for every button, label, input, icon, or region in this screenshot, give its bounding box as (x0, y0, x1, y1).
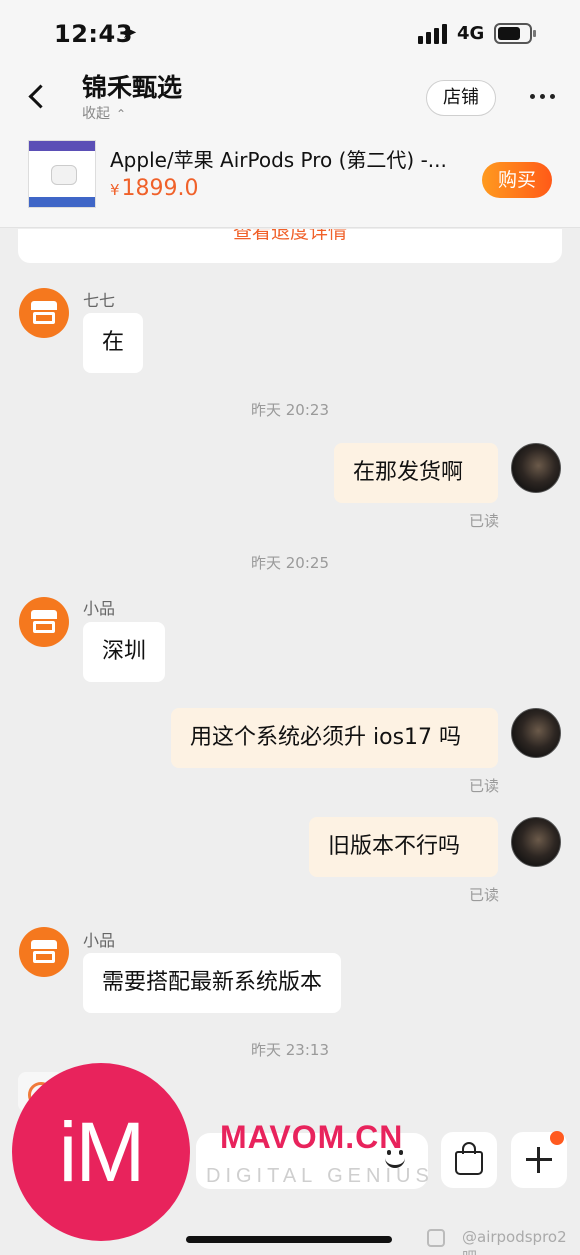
cellular-signal-icon (418, 24, 448, 44)
shop-avatar[interactable] (19, 927, 69, 977)
user-avatar[interactable] (511, 817, 561, 867)
network-type: 4G (457, 23, 485, 44)
timestamp: 昨天 23:13 (251, 1041, 329, 1059)
source-handle: @airpodspro2吧 (462, 1228, 567, 1255)
sender-name: 小品 (83, 931, 116, 950)
product-card[interactable]: Apple/苹果 AirPods Pro (第二代) -... ¥1899.0 … (0, 128, 580, 228)
back-chevron-icon[interactable] (22, 80, 52, 114)
store-button[interactable]: 店铺 (426, 80, 496, 116)
read-receipt: 已读 (469, 777, 500, 795)
sender-name: 小品 (83, 599, 116, 618)
order-card-partial[interactable]: 查看退度详情 (18, 229, 562, 263)
shop-avatar[interactable] (19, 288, 69, 338)
product-price: ¥1899.0 (110, 176, 199, 201)
notification-badge (550, 1131, 564, 1145)
collapse-toggle[interactable]: 收起 ⌃ (82, 103, 126, 123)
shop-title: 锦禾甄选 (82, 73, 183, 102)
view-details-link[interactable]: 查看退度详情 (18, 229, 562, 244)
battery-icon (494, 23, 536, 44)
message-bubble-incoming[interactable]: 深圳 (83, 622, 166, 682)
message-bubble-incoming[interactable]: 在 (83, 313, 144, 373)
user-avatar[interactable] (511, 708, 561, 758)
timestamp: 昨天 20:25 (251, 554, 329, 572)
message-bubble-incoming[interactable]: 需要搭配最新系统版本 (83, 953, 342, 1013)
weibo-icon (427, 1229, 445, 1247)
chevron-up-icon: ⌃ (116, 107, 127, 121)
watermark-logo: iM (12, 1063, 190, 1241)
message-bubble-outgoing[interactable]: 在那发货啊 (334, 443, 498, 503)
message-bubble-outgoing[interactable]: 用这个系统必须升 ios17 吗 (171, 708, 498, 768)
shop-avatar[interactable] (19, 597, 69, 647)
buy-button[interactable]: 购买 (482, 162, 552, 198)
message-bubble-outgoing[interactable]: 旧版本不行吗 (309, 817, 498, 877)
status-bar: 12:43 ➤ 4G (0, 0, 580, 66)
read-receipt: 已读 (469, 886, 500, 904)
watermark-subtext: DIGITAL GENIUS (206, 1165, 434, 1187)
shopping-bag-button[interactable] (441, 1132, 497, 1188)
chat-header: 锦禾甄选 收起 ⌃ 店铺 (0, 66, 580, 128)
collapse-label: 收起 (82, 106, 110, 122)
product-thumbnail[interactable] (28, 140, 96, 208)
timestamp: 昨天 20:23 (251, 401, 329, 419)
home-indicator[interactable] (186, 1236, 392, 1243)
more-dots-icon[interactable] (530, 94, 560, 102)
watermark-text: MAVOM.CN (220, 1119, 404, 1155)
sender-name: 七七 (83, 291, 116, 310)
product-title: Apple/苹果 AirPods Pro (第二代) -... (110, 148, 447, 172)
user-avatar[interactable] (511, 443, 561, 493)
read-receipt: 已读 (469, 512, 500, 530)
location-arrow-icon: ➤ (122, 22, 138, 43)
